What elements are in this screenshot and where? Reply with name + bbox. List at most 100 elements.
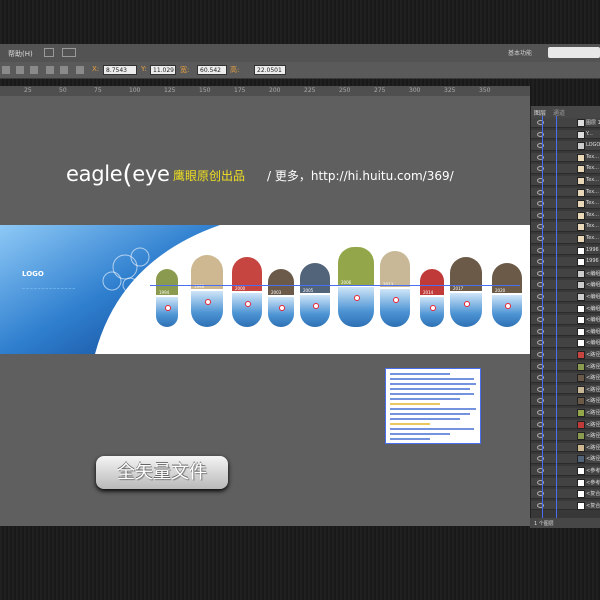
x-label: X: (92, 65, 100, 73)
text-line (390, 398, 460, 400)
layer-name: <路径> (586, 421, 600, 428)
layer-thumbnail (577, 153, 585, 162)
layer-name: Tex... (586, 223, 599, 230)
tab-channels[interactable]: 通道 (553, 108, 565, 117)
text-line (390, 373, 450, 375)
ruler-tick: 350 (479, 87, 491, 94)
pin-marker (430, 305, 436, 311)
artboard[interactable]: 1994 1996 2000 2003 2005 2006 2013 2014 2017 2020 (0, 225, 530, 354)
capsule-bottom (232, 293, 262, 327)
layer-name: Y... (586, 130, 593, 137)
ruler-tick: 325 (444, 87, 456, 94)
layer-thumbnail (577, 304, 585, 313)
text-line (390, 383, 476, 385)
options-bar: X: 8.7543 Y: 11.029 宽: 60.542 高: 22.0501 (0, 62, 600, 79)
capsule-bottom (492, 295, 522, 327)
layer-name: <路径> (586, 352, 600, 358)
layer-thumbnail (577, 490, 585, 499)
guide-line (542, 116, 543, 518)
ruler-tick: 175 (234, 87, 246, 94)
layer-thumbnail (577, 293, 585, 301)
w-field[interactable]: 60.542 (197, 65, 227, 75)
workspace-switcher[interactable]: 基本功能 (508, 48, 532, 57)
layer-name: 1996 (586, 258, 599, 265)
ruler-tick: 50 (59, 87, 67, 94)
layer-thumbnail (577, 130, 585, 139)
capsule-bottom (380, 289, 410, 327)
year-label: 2014 (423, 290, 434, 295)
pin-marker (245, 301, 251, 307)
ruler-tick: 250 (339, 87, 351, 94)
layer-thumbnail (577, 258, 585, 267)
ruler-tick: 75 (94, 87, 102, 94)
x-field[interactable]: 8.7543 (103, 65, 137, 75)
capsule-bottom (338, 287, 374, 327)
layer-thumbnail (577, 281, 585, 290)
layer-thumbnail (577, 327, 585, 336)
layer-name: <参考> (586, 468, 600, 474)
layer-name: Tex... (586, 211, 599, 218)
bridge-icon[interactable] (44, 48, 54, 57)
menu-help[interactable]: 帮助(H) (8, 49, 33, 59)
layer-thumbnail (577, 478, 585, 487)
pin-marker (205, 299, 211, 305)
layers-panel-footer: 1 个图层 (530, 518, 600, 528)
y-field[interactable]: 11.029 (150, 65, 176, 75)
pin-marker (464, 301, 470, 307)
capsule-bottom (450, 293, 482, 327)
align-right-icon[interactable] (30, 66, 38, 74)
layer-name: <路径> (586, 386, 600, 393)
ruler-tick: 25 (24, 87, 32, 94)
align-left-icon[interactable] (2, 66, 10, 74)
layer-name: 1996 (586, 246, 599, 253)
pin-marker (279, 305, 285, 311)
layer-name: Tex... (586, 200, 599, 207)
more-link-text: / 更多，http://hi.huitu.com/369/ (267, 169, 454, 183)
tab-layers[interactable]: 图层 (534, 108, 546, 117)
layer-thumbnail (577, 246, 585, 255)
text-line (390, 408, 476, 410)
align-center-icon[interactable] (16, 66, 24, 74)
brand-logo: eagle(eye (66, 158, 170, 190)
layers-panel: 图层 通道 图层 1 Y... LOGO Tex... Tex... Tex... Tex.… (530, 106, 600, 526)
h-field[interactable]: 22.0501 (254, 65, 286, 75)
year-label: 2005 (303, 288, 314, 293)
layer-thumbnail (577, 467, 585, 475)
capsule-bottom (300, 295, 330, 327)
pin-marker (393, 297, 399, 303)
layer-thumbnail (577, 432, 585, 441)
layer-thumbnail (577, 223, 585, 232)
y-label: Y: (141, 65, 147, 73)
align-top-icon[interactable] (46, 66, 54, 74)
align-middle-icon[interactable] (60, 66, 68, 74)
brand-chinese-title: 鹰眼原创出品 (173, 169, 246, 183)
arrange-icon[interactable] (62, 48, 76, 57)
ruler-tick: 150 (199, 87, 211, 94)
layer-thumbnail (577, 385, 585, 394)
pin-marker (505, 303, 511, 309)
ruler-tick: 225 (304, 87, 316, 94)
layer-name: <路径> (586, 375, 600, 382)
brand-word-1: eagle (66, 162, 123, 186)
layer-name: <编组> (586, 270, 600, 277)
text-line (390, 423, 430, 425)
layer-thumbnail (577, 269, 585, 278)
transform-icon[interactable] (76, 66, 84, 74)
layer-name: <路径> (586, 398, 600, 405)
layer-name: <路径> (586, 410, 600, 416)
layer-name: <编组> (586, 282, 600, 289)
capsule-bottom (191, 291, 223, 327)
layer-thumbnail (577, 142, 585, 151)
text-block[interactable] (385, 368, 481, 444)
layer-thumbnail (577, 397, 585, 406)
layer-name: Tex... (586, 153, 599, 160)
search-input[interactable] (548, 47, 600, 58)
layer-name: <编组> (586, 340, 600, 347)
text-line (390, 418, 460, 420)
layer-name: <编组> (586, 294, 600, 300)
year-label: 2020 (495, 288, 506, 293)
pin-marker (313, 303, 319, 309)
text-line (390, 433, 450, 435)
text-line (390, 413, 470, 415)
layer-thumbnail (577, 119, 585, 127)
